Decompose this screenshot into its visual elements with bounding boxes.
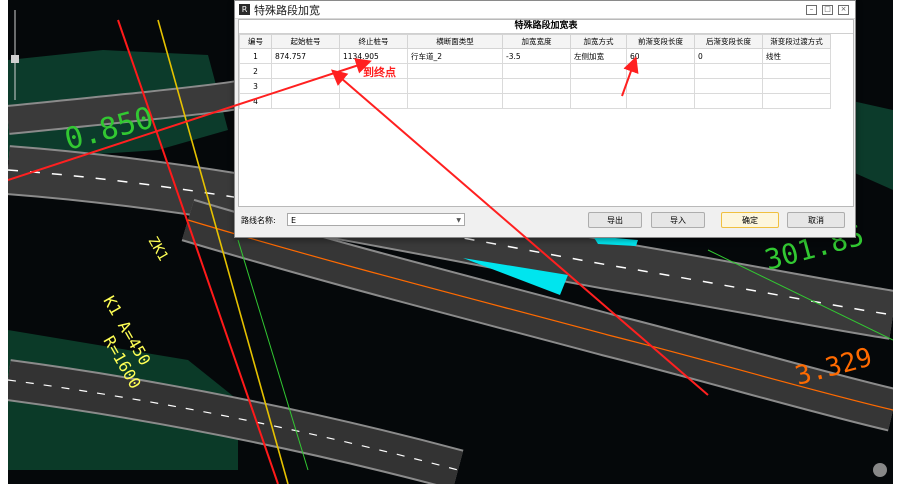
ruler-handle[interactable] bbox=[11, 55, 19, 63]
dialog-bottom-bar: 路线名称: E ▼ 导出 导入 确定 取消 bbox=[235, 209, 855, 231]
table-cell[interactable] bbox=[570, 63, 627, 79]
table-cell[interactable] bbox=[570, 93, 627, 109]
table-cell[interactable] bbox=[626, 78, 695, 94]
table-cell[interactable] bbox=[762, 63, 831, 79]
table-cell[interactable]: 4 bbox=[239, 93, 272, 109]
table-cell[interactable] bbox=[502, 63, 571, 79]
table-cell[interactable] bbox=[271, 78, 340, 94]
column-header: 渐变段过渡方式 bbox=[762, 34, 831, 49]
column-header: 加宽方式 bbox=[570, 34, 627, 49]
special-section-widening-dialog[interactable]: R 特殊路段加宽 – □ × 特殊路段加宽表 编号 起始桩号 终止桩号 横断面类型 加宽… bbox=[234, 0, 856, 238]
column-header: 起始桩号 bbox=[271, 34, 340, 49]
column-header: 前渐变段长度 bbox=[626, 34, 695, 49]
table-title: 特殊路段加宽表 bbox=[239, 20, 853, 34]
table-cell[interactable] bbox=[339, 93, 408, 109]
column-header: 终止桩号 bbox=[339, 34, 408, 49]
zoom-corner-icon[interactable] bbox=[873, 463, 887, 477]
ok-button[interactable]: 确定 bbox=[721, 212, 779, 228]
table-cell[interactable]: 2 bbox=[239, 63, 272, 79]
app-logo-icon: R bbox=[239, 4, 250, 15]
import-button[interactable]: 导入 bbox=[651, 212, 705, 228]
close-icon[interactable]: × bbox=[838, 4, 849, 15]
minimize-icon[interactable]: – bbox=[806, 4, 817, 15]
table-cell[interactable]: 线性 bbox=[762, 48, 831, 64]
cancel-button[interactable]: 取消 bbox=[787, 212, 845, 228]
table-cell[interactable]: 1 bbox=[239, 48, 272, 64]
table-cell[interactable] bbox=[694, 63, 763, 79]
table-row[interactable]: 1 874.757 1134.905 行车道_2 -3.5 左侧加宽 60 0 线性 bbox=[239, 48, 831, 64]
table-cell[interactable]: 行车道_2 bbox=[407, 48, 503, 64]
table-cell[interactable]: 1134.905 bbox=[339, 48, 408, 64]
table-cell[interactable] bbox=[762, 78, 831, 94]
table-cell[interactable]: 60 bbox=[626, 48, 695, 64]
table-cell[interactable] bbox=[570, 78, 627, 94]
route-name-label: 路线名称: bbox=[241, 216, 276, 225]
table-row[interactable]: 2 bbox=[239, 63, 831, 79]
dialog-title: 特殊路段加宽 bbox=[254, 3, 320, 17]
table-cell[interactable]: -3.5 bbox=[502, 48, 571, 64]
chevron-down-icon[interactable]: ▼ bbox=[456, 214, 461, 227]
dialog-titlebar[interactable]: R 特殊路段加宽 – □ × bbox=[235, 1, 855, 19]
table-cell[interactable] bbox=[694, 93, 763, 109]
table-header-row: 编号 起始桩号 终止桩号 横断面类型 加宽宽度 加宽方式 前渐变段长度 后渐变段长度 渐变段过渡… bbox=[239, 34, 831, 49]
column-header: 编号 bbox=[239, 34, 272, 49]
table-cell[interactable] bbox=[626, 93, 695, 109]
widening-table-panel: 特殊路段加宽表 编号 起始桩号 终止桩号 横断面类型 加宽宽度 加宽方式 前渐变段长度 后渐变… bbox=[238, 19, 854, 207]
export-button[interactable]: 导出 bbox=[588, 212, 642, 228]
column-header: 横断面类型 bbox=[407, 34, 503, 49]
maximize-icon[interactable]: □ bbox=[822, 4, 833, 15]
table-cell[interactable] bbox=[407, 78, 503, 94]
table-cell[interactable] bbox=[762, 93, 831, 109]
table-row[interactable]: 3 bbox=[239, 78, 831, 94]
table-cell[interactable] bbox=[502, 93, 571, 109]
to-end-annotation: 到终点 bbox=[363, 66, 396, 79]
table-cell[interactable]: 左侧加宽 bbox=[570, 48, 627, 64]
column-header: 后渐变段长度 bbox=[694, 34, 763, 49]
cad-drawing-canvas[interactable]: K1 A=450 R=1600 ZK1 0.850 301.85 3.329 R… bbox=[8, 0, 893, 484]
table-cell[interactable] bbox=[694, 78, 763, 94]
table-cell[interactable] bbox=[407, 63, 503, 79]
table-cell[interactable]: 874.757 bbox=[271, 48, 340, 64]
window-controls: – □ × bbox=[806, 4, 849, 15]
table-cell[interactable]: 3 bbox=[239, 78, 272, 94]
table-cell[interactable] bbox=[626, 63, 695, 79]
table-cell[interactable] bbox=[271, 93, 340, 109]
table-cell[interactable] bbox=[271, 63, 340, 79]
table-cell[interactable] bbox=[407, 93, 503, 109]
route-name-value: E bbox=[291, 216, 297, 225]
column-header: 加宽宽度 bbox=[502, 34, 571, 49]
route-name-select[interactable]: E ▼ bbox=[287, 213, 465, 226]
table-cell[interactable] bbox=[339, 78, 408, 94]
table-cell[interactable] bbox=[502, 78, 571, 94]
widening-table: 编号 起始桩号 终止桩号 横断面类型 加宽宽度 加宽方式 前渐变段长度 后渐变段长度 渐变段过渡… bbox=[239, 34, 831, 109]
table-cell[interactable]: 0 bbox=[694, 48, 763, 64]
table-row[interactable]: 4 bbox=[239, 93, 831, 109]
zk-label: ZK1 bbox=[145, 234, 172, 264]
